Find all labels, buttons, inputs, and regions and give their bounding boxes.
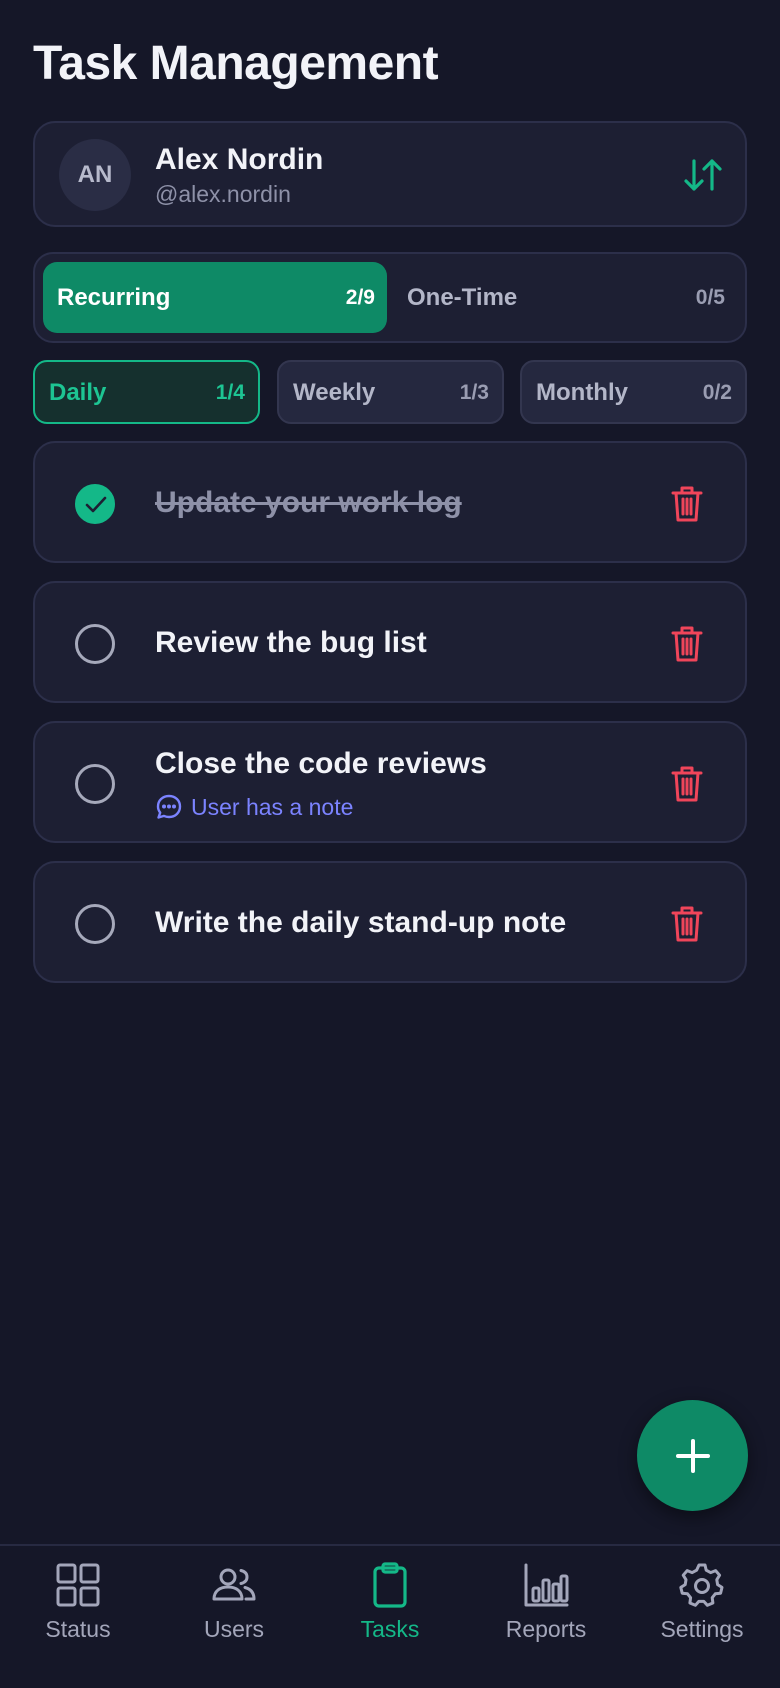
checkmark-icon [85, 496, 107, 513]
nav-item-users[interactable]: Users [156, 1546, 312, 1688]
segment-count: 2/9 [345, 286, 375, 309]
task-type-switch: Recurring 2/9 One-Time 0/5 [33, 252, 747, 343]
trash-icon[interactable] [671, 905, 703, 943]
task-item[interactable]: Review the bug list [33, 581, 747, 703]
avatar: AN [59, 139, 131, 211]
tab-label: Daily [49, 379, 107, 406]
segment-count: 0/5 [695, 286, 725, 309]
task-title: Close the code reviews [155, 747, 487, 780]
add-task-button[interactable] [637, 1400, 748, 1511]
user-handle: @alex.nordin [155, 181, 291, 207]
task-title: Write the daily stand-up note [155, 906, 567, 939]
nav-item-reports[interactable]: Reports [468, 1546, 624, 1688]
tab-count: 0/2 [702, 381, 732, 404]
task-note-text: User has a note [191, 793, 354, 820]
segment-recurring[interactable]: Recurring 2/9 [43, 262, 387, 333]
task-checkbox[interactable] [75, 484, 115, 524]
task-item[interactable]: Update your work log [33, 441, 747, 563]
tab-monthly[interactable]: Monthly 0/2 [520, 360, 747, 424]
sort-arrows-icon[interactable] [683, 158, 723, 192]
task-checkbox[interactable] [75, 624, 115, 664]
task-item[interactable]: Close the code reviews User has a note [33, 721, 747, 843]
task-title: Update your work log [155, 486, 462, 519]
nav-label: Users [203, 1616, 265, 1642]
bar-chart-icon [524, 1563, 569, 1607]
tab-count: 1/3 [459, 381, 489, 404]
trash-icon[interactable] [671, 625, 703, 663]
nav-label: Reports [505, 1616, 587, 1642]
segment-label: One-Time [407, 284, 518, 311]
page-title: Task Management [33, 37, 439, 90]
users-icon [212, 1568, 256, 1601]
tab-weekly[interactable]: Weekly 1/3 [277, 360, 504, 424]
user-card[interactable]: AN Alex Nordin @alex.nordin [33, 121, 747, 227]
trash-icon[interactable] [671, 765, 703, 803]
task-checkbox[interactable] [75, 764, 115, 804]
tab-count: 1/4 [215, 381, 245, 404]
task-checkbox[interactable] [75, 904, 115, 944]
nav-label: Settings [660, 1616, 744, 1642]
segment-one-time[interactable]: One-Time 0/5 [393, 262, 737, 333]
nav-item-status[interactable]: Status [0, 1546, 156, 1688]
plus-icon [675, 1438, 710, 1473]
bottom-nav: Status Users Tasks Reports Settings [0, 1544, 780, 1688]
chat-bubble-icon [156, 794, 182, 819]
nav-item-settings[interactable]: Settings [624, 1546, 780, 1688]
clipboard-icon [373, 1562, 407, 1608]
gear-icon [679, 1563, 724, 1607]
task-title: Review the bug list [155, 626, 427, 659]
segment-label: Recurring [57, 284, 171, 311]
nav-item-tasks[interactable]: Tasks [312, 1546, 468, 1688]
trash-icon[interactable] [671, 485, 703, 523]
task-note[interactable]: User has a note [155, 793, 353, 821]
grid-icon [56, 1563, 100, 1607]
nav-label: Tasks [360, 1616, 420, 1642]
tab-daily[interactable]: Daily 1/4 [33, 360, 260, 424]
user-name: Alex Nordin [155, 143, 324, 176]
tab-label: Monthly [536, 379, 628, 406]
tab-label: Weekly [293, 379, 376, 406]
task-management-screen: Task Management AN Alex Nordin @alex.nor… [0, 0, 780, 1688]
task-item[interactable]: Write the daily stand-up note [33, 861, 747, 983]
nav-label: Status [45, 1616, 111, 1642]
